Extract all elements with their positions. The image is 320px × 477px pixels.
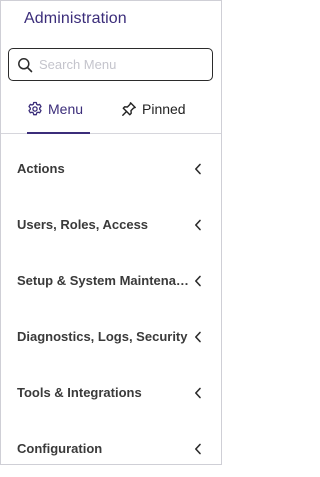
menu-item-label: Actions xyxy=(17,161,65,176)
chevron-left-icon xyxy=(193,274,203,288)
chevron-left-icon xyxy=(193,442,203,456)
gear-icon xyxy=(27,101,43,117)
tab-pinned-label: Pinned xyxy=(142,101,186,117)
menu-item-tools-integrations[interactable]: Tools & Integrations xyxy=(1,365,221,421)
chevron-left-icon xyxy=(193,330,203,344)
chevron-left-icon xyxy=(193,386,203,400)
pin-icon xyxy=(121,101,137,117)
search-input[interactable] xyxy=(39,57,199,72)
tab-menu[interactable]: Menu xyxy=(27,98,90,134)
admin-menu-panel: Administration Menu xyxy=(0,0,222,465)
menu-item-configuration[interactable]: Configuration xyxy=(1,421,221,477)
tab-menu-label: Menu xyxy=(48,101,84,117)
chevron-left-icon xyxy=(193,218,203,232)
menu-item-label: Users, Roles, Access xyxy=(17,217,149,232)
menu-item-users-roles-access[interactable]: Users, Roles, Access xyxy=(1,197,221,253)
chevron-left-icon xyxy=(193,162,203,176)
search-box[interactable] xyxy=(8,48,213,81)
menu-item-diagnostics-logs-security[interactable]: Diagnostics, Logs, Security xyxy=(1,309,221,365)
menu-item-actions[interactable]: Actions xyxy=(1,141,221,197)
tab-bar: Menu Pinned xyxy=(1,98,221,134)
admin-menu-list: Actions Users, Roles, Access Setup & Sys… xyxy=(1,141,221,477)
menu-item-label: Configuration xyxy=(17,441,103,456)
panel-title: Administration xyxy=(24,10,127,27)
menu-item-label: Setup & System Maintena… xyxy=(17,273,189,288)
menu-item-label: Tools & Integrations xyxy=(17,385,142,400)
menu-item-setup-system-maintenance[interactable]: Setup & System Maintena… xyxy=(1,253,221,309)
search-icon xyxy=(17,57,33,73)
tab-pinned[interactable]: Pinned xyxy=(121,98,186,133)
menu-item-label: Diagnostics, Logs, Security xyxy=(17,329,188,344)
